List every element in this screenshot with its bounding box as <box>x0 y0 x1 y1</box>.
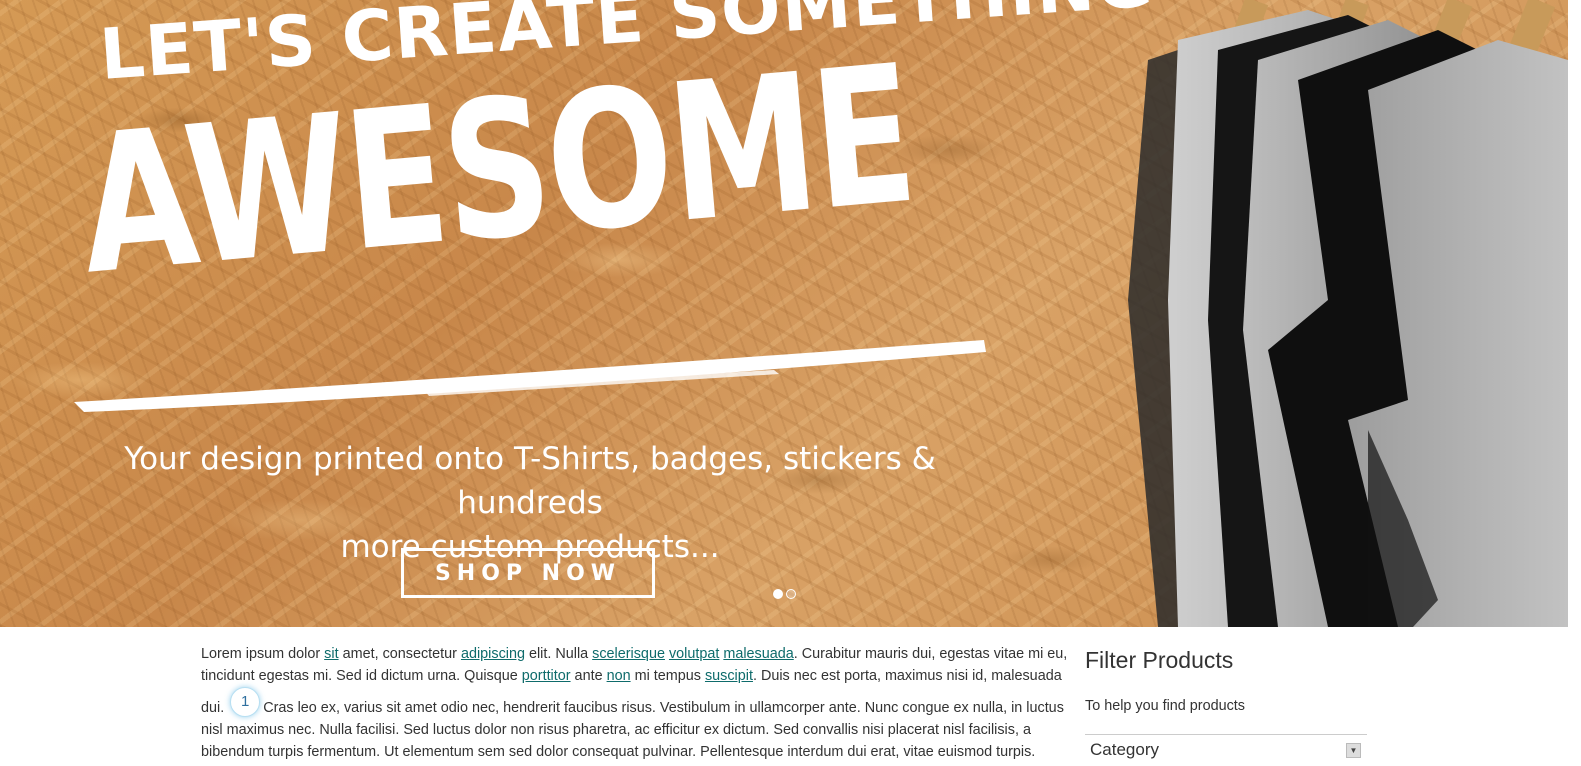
link-non[interactable]: non <box>607 668 631 684</box>
filter-products-panel: Filter Products To help you find product… <box>1085 643 1367 765</box>
slider-pagination <box>773 589 796 599</box>
slider-dot-1[interactable] <box>773 589 783 599</box>
text-run: amet, consectetur <box>338 646 461 662</box>
text-run: ante <box>570 668 607 684</box>
chevron-down-icon[interactable]: ▼ <box>1346 742 1361 758</box>
text-run: mi tempus <box>630 668 705 684</box>
intro-paragraph: Lorem ipsum dolor sit amet, consectetur … <box>201 643 1073 687</box>
second-paragraph: dui. 1 Cras leo ex, varius sit amet odio n… <box>201 687 1073 763</box>
filter-help-text: To help you find products <box>1085 698 1245 714</box>
link-volutpat[interactable]: volutpat <box>669 646 719 662</box>
number-badge: 1 <box>230 687 261 717</box>
text-run: elit. Nulla <box>524 646 593 662</box>
shop-now-button[interactable]: SHOP NOW <box>401 548 655 598</box>
text-run: Cras leo ex, varius sit amet odio nec, h… <box>201 700 1064 760</box>
category-filter-toggle[interactable]: Category ▼ <box>1085 734 1367 765</box>
link-sit[interactable]: sit <box>324 646 338 662</box>
category-label: Category <box>1090 740 1159 759</box>
link-porttitor[interactable]: porttitor <box>522 668 571 684</box>
slider-dot-2[interactable] <box>786 589 796 599</box>
hero-subtitle-line1: Your design printed onto T-Shirts, badge… <box>124 441 936 521</box>
link-malesuada[interactable]: malesuada <box>723 646 793 662</box>
intro-text: Lorem ipsum dolor sit amet, consectetur … <box>201 643 1073 763</box>
hero-banner: LET'S CREATE SOMETHING AWESOME Your desi… <box>0 0 1568 627</box>
text-run: . Duis nec est porta, maximus nisi id, m… <box>752 668 1062 684</box>
link-adipiscing[interactable]: adipiscing <box>461 646 525 662</box>
tshirt-rack-image <box>1128 0 1568 627</box>
brush-stroke-decoration <box>74 340 986 412</box>
link-suscipit[interactable]: suscipit <box>705 668 753 684</box>
link-scelerisque[interactable]: scelerisque <box>592 646 665 662</box>
hero-title: AWESOME <box>72 23 921 317</box>
text-run: dui. <box>201 700 225 716</box>
filter-title: Filter Products <box>1085 647 1234 673</box>
text-run: Lorem ipsum dolor <box>201 646 325 662</box>
